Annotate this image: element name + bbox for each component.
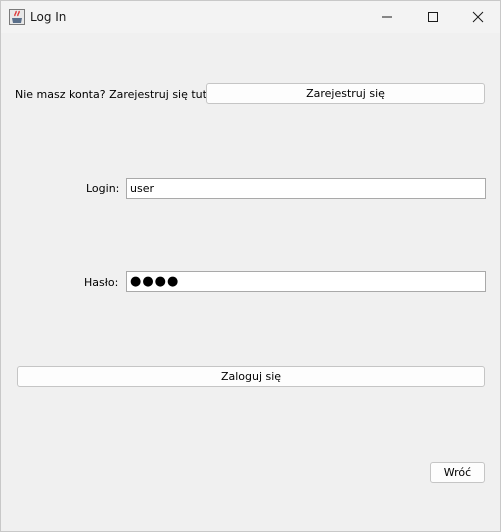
- close-icon: [472, 11, 484, 23]
- register-prompt: Nie masz konta? Zarejestruj się tutaj:: [15, 88, 221, 101]
- title-bar[interactable]: Log In: [1, 1, 500, 33]
- maximize-icon: [428, 12, 438, 22]
- window-title: Log In: [30, 10, 67, 24]
- password-label: Hasło:: [84, 276, 119, 289]
- password-field-value: ●●●●: [130, 274, 180, 289]
- register-button[interactable]: Zarejestruj się: [206, 83, 485, 104]
- login-button[interactable]: Zaloguj się: [17, 366, 485, 387]
- maximize-button[interactable]: [410, 1, 456, 33]
- login-window: Log In Nie masz konta? Zarejestruj się t…: [0, 0, 501, 532]
- close-button[interactable]: [455, 1, 501, 33]
- back-button[interactable]: Wróć: [430, 462, 485, 483]
- minimize-icon: [382, 16, 392, 18]
- minimize-button[interactable]: [364, 1, 410, 33]
- java-cup-icon: [9, 9, 25, 25]
- password-field[interactable]: ●●●●: [126, 271, 486, 292]
- login-field[interactable]: user: [126, 178, 486, 199]
- login-label: Login:: [86, 182, 120, 195]
- login-field-value: user: [130, 182, 154, 195]
